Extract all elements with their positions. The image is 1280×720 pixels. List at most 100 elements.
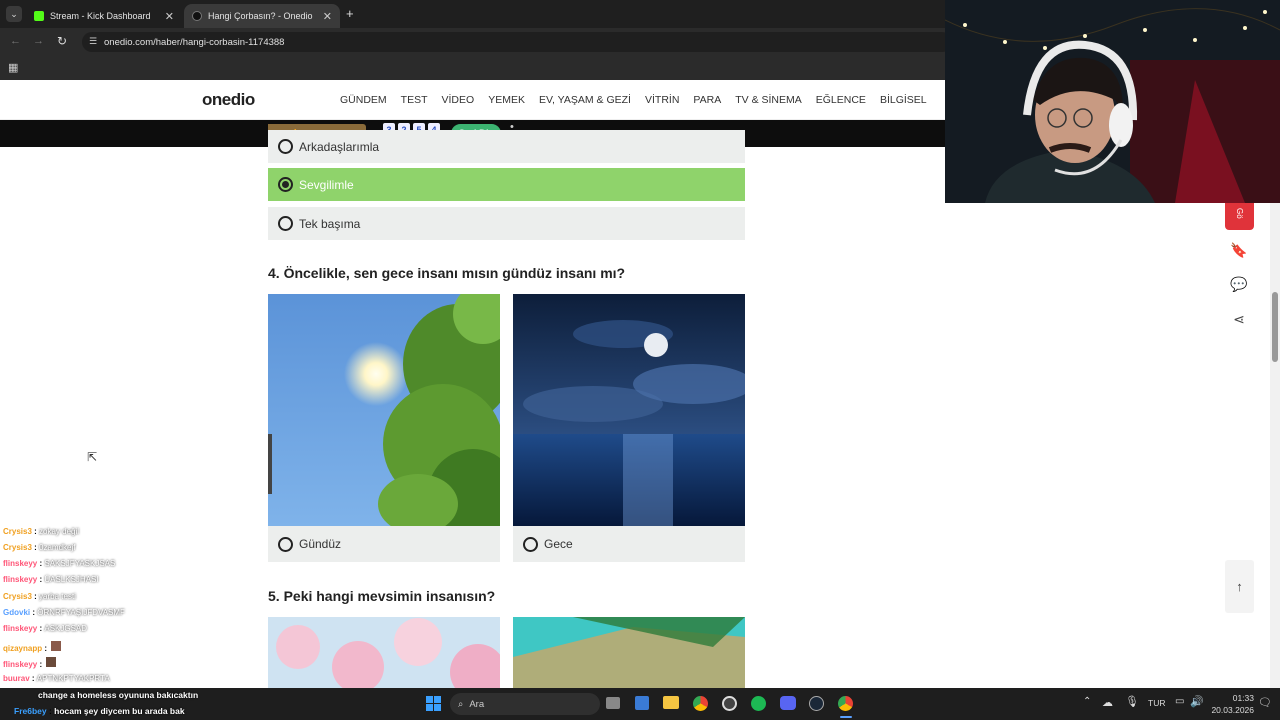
site-logo[interactable]: onedio [202,90,255,110]
discord-icon[interactable] [780,696,796,710]
clock[interactable]: 01:33 20.03.2026 [1210,692,1254,716]
chat-text: hocam şey diycem bu arada bak [54,706,185,716]
close-tab-icon[interactable]: ✕ [165,10,174,23]
radio-icon [278,536,293,552]
chat-message: Gdovki : ÖRNRFYAŞIJFDVASMF [3,608,125,617]
microphone-icon[interactable]: 🎙 [1125,695,1139,708]
taskbar-search[interactable]: ⌕ Ara [450,693,600,715]
file-explorer-icon[interactable] [663,696,679,709]
chat-message: flinskeyy : SAKSJFYASKJSAS [3,559,116,568]
option-sevgilimle[interactable]: Sevgilimle [268,168,745,201]
active-app-indicator [840,716,852,718]
scrollbar-thumb[interactable] [1272,292,1278,362]
apps-grid-icon[interactable]: ▦ [8,61,18,74]
side-tab-label: Gö [1235,208,1244,219]
chat-message: flinskeyy : ASKJGSAD [3,624,88,633]
webcam-overlay [945,0,1280,203]
chat-message: change a homeless oyununa bakıcaktın [38,690,198,700]
kick-favicon-icon [34,11,44,21]
task-view-icon[interactable] [606,697,620,709]
scroll-top-button[interactable]: ↑ [1225,560,1254,613]
nav-item-vitrin[interactable]: VİTRİN [645,94,679,106]
option-gece[interactable]: Gece [513,526,745,562]
chat-user: Crysis3 [3,592,32,601]
ad-banner-overlap [0,120,268,147]
question-5-title: 5. Peki hangi mevsimin insanısın? [268,588,496,604]
new-tab-icon[interactable]: + [346,6,354,21]
option-label: Gündüz [299,537,342,551]
chat-emote-icon [46,657,57,667]
radio-icon [523,536,538,552]
nav-item-tv-sinema[interactable]: TV & SİNEMA [735,94,802,106]
address-bar[interactable]: ☰ onedio.com/haber/hangi-corbasin-117438… [82,32,952,52]
chat-user: flinskeyy [3,559,38,568]
share-icon[interactable]: ⋖ [1226,306,1252,332]
onedrive-icon[interactable]: ☁ [1102,696,1113,709]
network-icon[interactable]: ▭ [1175,696,1184,707]
nav-item-eglence[interactable]: EĞLENCE [816,94,866,106]
chat-user: flinskeyy [3,624,38,633]
sun-tree-image [268,294,500,526]
page-scrollbar[interactable] [1270,147,1280,688]
volume-icon[interactable]: 🔊 [1190,695,1204,708]
day-image[interactable] [268,294,500,526]
site-info-icon[interactable]: ☰ [89,36,97,47]
radio-icon [278,216,293,231]
option-tek-basima[interactable]: Tek başıma [268,207,745,240]
tab-search-icon[interactable]: ⌄ [6,6,22,22]
nav-item-bilgisel[interactable]: BİLGİSEL [880,94,927,106]
chat-user: qizaynapp [3,644,43,653]
chrome-icon[interactable] [693,696,708,711]
search-placeholder: Ara [469,698,485,710]
chat-text: zokay değil [39,527,80,536]
search-icon: ⌕ [458,698,464,710]
chat-text: ASKJGSAD [44,624,88,633]
reload-icon[interactable]: ↻ [57,34,67,48]
tray-chevron-icon[interactable]: ⌃ [1083,696,1091,707]
option-gunduz[interactable]: Gündüz [268,526,500,562]
chat-text: ÜASLKSJHASI [44,575,99,584]
forward-icon[interactable]: → [33,35,44,47]
bookmark-icon[interactable]: 🔖 [1226,237,1252,263]
notifications-icon[interactable]: 🗨 [1258,696,1272,709]
chat-message: flinskeyy : ÜASLKSJHASI [3,575,99,584]
nav-item-gundem[interactable]: GÜNDEM [340,94,387,106]
clock-time: 01:33 [1232,693,1254,703]
language-indicator[interactable]: TUR [1148,698,1165,708]
url-text: onedio.com/haber/hangi-corbasin-1174388 [104,36,285,48]
nav-item-video[interactable]: VİDEO [442,94,475,106]
option-label: Gece [544,537,573,551]
steam-icon[interactable] [809,696,824,711]
chat-user: Crysis3 [3,527,32,536]
chat-user: Gdovki [3,608,31,617]
chrome-active-icon[interactable] [838,696,853,711]
tab-kick-dashboard[interactable]: Stream - Kick Dashboard ✕ [26,4,182,28]
comments-icon[interactable]: 💬 [1226,271,1252,297]
mouse-cursor-icon: ⇱ [87,450,98,464]
back-icon[interactable]: ← [10,35,21,47]
summer-image[interactable] [513,617,745,688]
obs-icon[interactable] [722,696,737,711]
radio-selected-icon [278,177,293,192]
store-icon[interactable] [635,696,649,710]
cherry-blossom-image [268,617,500,688]
chat-text: SAKSJFYASKJSAS [44,559,116,568]
chat-message: Crysis3 : yarba testi [3,592,76,601]
clock-date: 20.03.2026 [1211,705,1254,715]
tab-onedio[interactable]: Hangi Çorbasın? - Onedio ✕ [184,4,340,28]
windows-taskbar: change a homeless oyununa bakıcaktın Fre… [0,688,1280,720]
nav-item-yemek[interactable]: YEMEK [488,94,525,106]
chat-message: flinskeyy : [3,657,57,669]
spring-image[interactable] [268,617,500,688]
spotify-icon[interactable] [751,696,766,711]
streamer-webcam [945,0,1280,203]
close-tab-icon[interactable]: ✕ [323,10,332,23]
chat-user: Fre6bey [14,706,47,716]
night-image[interactable] [513,294,745,526]
nav-item-ev-yasam-gezi[interactable]: EV, YAŞAM & GEZİ [539,94,631,106]
nav-item-test[interactable]: TEST [401,94,428,106]
nav-item-para[interactable]: PARA [693,94,721,106]
ad-banner-overlap [268,120,945,147]
chat-text: 0zamdkejf [39,543,76,552]
start-icon[interactable] [426,696,441,711]
